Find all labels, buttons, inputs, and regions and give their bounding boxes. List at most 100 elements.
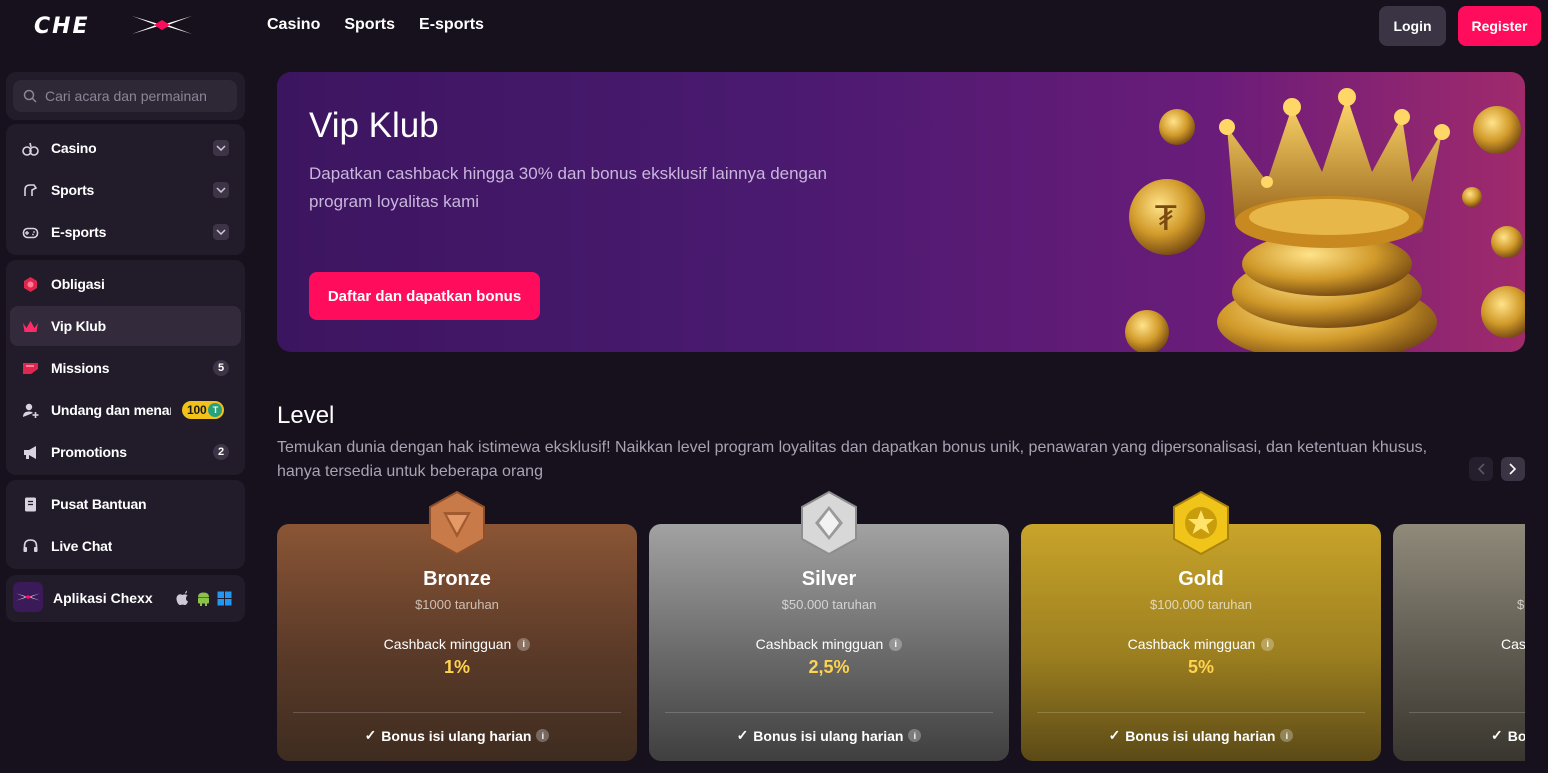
chevron-down-icon[interactable] <box>213 140 229 156</box>
info-icon[interactable]: i <box>536 729 550 742</box>
level-cards-carousel: Bronze $1000 taruhan Cashback mingguan i … <box>277 490 1525 773</box>
bonds-icon <box>22 276 39 293</box>
cashback-label: Cashback mingguan <box>1127 636 1256 652</box>
perk-label: Bonus isi ulang harian <box>381 727 532 744</box>
card-divider <box>665 712 993 713</box>
chevron-right-icon <box>1509 463 1517 475</box>
carousel-next-button[interactable] <box>1501 457 1525 481</box>
missions-count-badge: 5 <box>213 360 229 376</box>
perk-row: ✓ Bonus isi ulang harian i <box>277 727 637 744</box>
invite-reward-badge: 100 T <box>182 401 225 419</box>
cashback-label: Cashback mingguan <box>383 636 512 652</box>
tether-coin-icon: T <box>208 403 223 417</box>
sidebar-item-label: Pusat Bantuan <box>51 496 147 512</box>
svg-text:CHE: CHE <box>34 14 90 36</box>
missions-icon <box>22 360 39 377</box>
sidebar-item-missions[interactable]: Missions 5 <box>10 348 241 388</box>
info-icon[interactable]: i <box>1280 729 1294 742</box>
cashback-value: 5% <box>1187 657 1214 677</box>
sidebar-item-label: Sports <box>51 182 95 198</box>
top-nav-esports[interactable]: E-sports <box>419 16 484 34</box>
casino-icon <box>22 140 39 157</box>
sports-icon <box>22 182 39 199</box>
level-name: Silver <box>801 568 857 590</box>
hero-title: Vip Klub <box>309 106 439 145</box>
app-download-label[interactable]: Aplikasi Chexx <box>53 590 153 606</box>
check-icon: ✓ <box>1491 727 1503 743</box>
sidebar-item-label: Undang dan menang <box>51 402 171 418</box>
cashback-value: 1% <box>443 657 470 677</box>
level-section-title: Level <box>277 402 335 429</box>
sidebar-item-promotions[interactable]: Promotions 2 <box>10 432 241 472</box>
android-icon[interactable] <box>196 590 211 606</box>
chevron-left-icon <box>1477 463 1485 475</box>
crown-icon <box>22 318 39 335</box>
level-name: Gold <box>1178 568 1224 590</box>
level-wager: $100.000 taruhan <box>1150 597 1252 612</box>
sidebar-item-live-chat[interactable]: Live Chat <box>10 526 241 566</box>
gold-level-gem-icon <box>1173 490 1229 556</box>
apple-icon[interactable] <box>175 590 190 606</box>
level-card-silver[interactable]: Silver $50.000 taruhan Cashback mingguan… <box>649 490 1009 761</box>
cashback-value: 2,5% <box>808 657 850 677</box>
cashback-label: Cas <box>1501 636 1525 652</box>
gold-crown-coins-illustration: ₮ <box>1125 88 1525 352</box>
perk-row: ✓ Bonus isi ulang harian i <box>1021 727 1381 744</box>
perk-row: ✓ Bonus isi ulang harian i <box>649 727 1009 744</box>
invite-icon <box>22 402 39 419</box>
sidebar-item-sports[interactable]: Sports <box>10 170 241 210</box>
sidebar-item-label: E-sports <box>51 224 107 240</box>
level-card-next[interactable]: $ Cas ✓ Bo <box>1393 524 1525 761</box>
sidebar-item-casino[interactable]: Casino <box>10 128 241 168</box>
register-button[interactable]: Register <box>1458 6 1541 46</box>
level-card-gold[interactable]: Gold $100.000 taruhan Cashback mingguan i… <box>1021 490 1381 761</box>
chexx-logo[interactable]: CHE <box>34 14 216 39</box>
chevron-down-icon[interactable] <box>213 224 229 240</box>
sidebar-item-label: Missions <box>51 360 110 376</box>
sidebar-item-obligasi[interactable]: Obligasi <box>10 264 241 304</box>
invite-reward-amount: 100 <box>187 403 207 417</box>
cashback-row: Cashback mingguan i <box>277 636 637 652</box>
help-book-icon <box>22 496 39 513</box>
search-icon <box>23 89 37 103</box>
chevron-down-icon[interactable] <box>213 182 229 198</box>
perk-label: Bo <box>1507 727 1525 744</box>
search-box[interactable] <box>13 80 237 112</box>
info-icon[interactable]: i <box>908 729 922 742</box>
login-button[interactable]: Login <box>1379 6 1446 46</box>
svg-text:₮: ₮ <box>1155 199 1177 239</box>
check-icon: ✓ <box>364 727 377 743</box>
register-bonus-button[interactable]: Daftar dan dapatkan bonus <box>309 272 540 320</box>
level-name: Bronze <box>423 568 491 590</box>
check-icon: ✓ <box>736 727 749 743</box>
level-wager: $50.000 taruhan <box>781 597 877 612</box>
sidebar-item-help-center[interactable]: Pusat Bantuan <box>10 484 241 524</box>
promotions-count-badge: 2 <box>213 444 229 460</box>
card-divider <box>1409 712 1525 713</box>
sidebar-item-vip-klub[interactable]: Vip Klub <box>10 306 241 346</box>
search-input[interactable] <box>45 88 225 104</box>
level-section-description: Temukan dunia dengan hak istimewa eksklu… <box>277 439 1428 480</box>
perk-label: Bonus isi ulang harian <box>1125 727 1276 744</box>
top-nav-casino[interactable]: Casino <box>267 16 320 34</box>
card-divider <box>1037 712 1365 713</box>
windows-icon[interactable] <box>217 590 232 606</box>
cashback-label: Cashback mingguan <box>755 636 884 652</box>
info-icon[interactable]: i <box>1261 637 1275 651</box>
check-icon: ✓ <box>1108 727 1121 743</box>
sidebar-item-label: Live Chat <box>51 538 113 554</box>
cashback-row: Cashback mingguan i <box>649 636 1009 652</box>
level-card-bronze[interactable]: Bronze $1000 taruhan Cashback mingguan i … <box>277 490 637 761</box>
level-wager: $ <box>1517 597 1525 612</box>
cashback-row: Cashback mingguan i <box>1021 636 1381 652</box>
sidebar-item-invite[interactable]: Undang dan menang 100 T <box>10 390 241 430</box>
sidebar-item-label: Obligasi <box>51 276 105 292</box>
perk-row: ✓ Bo <box>1491 727 1525 744</box>
info-icon[interactable]: i <box>889 637 903 651</box>
sidebar-item-label: Promotions <box>51 444 127 460</box>
sidebar-item-label: Vip Klub <box>51 318 106 334</box>
carousel-prev-button[interactable] <box>1469 457 1493 481</box>
top-nav-sports[interactable]: Sports <box>344 16 395 34</box>
info-icon[interactable]: i <box>517 637 531 651</box>
sidebar-item-esports[interactable]: E-sports <box>10 212 241 252</box>
